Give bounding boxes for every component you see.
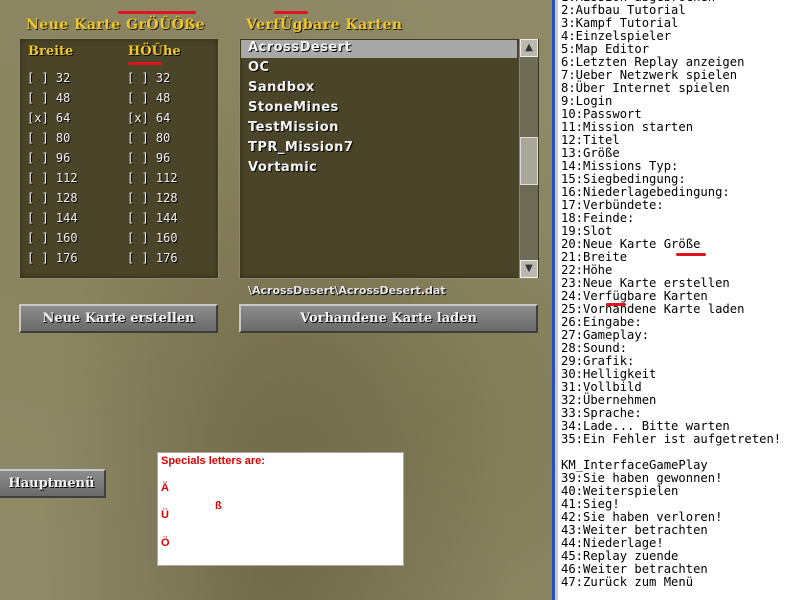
text-list-line: 35:Ein Fehler ist aufgetreten! [561,432,782,446]
map-list-scrollbar[interactable]: ▲ ▼ [519,39,538,278]
width-option[interactable]: [ ] 144 [27,211,78,225]
width-option[interactable]: [ ] 80 [27,131,70,145]
height-option[interactable]: [ ] 160 [127,231,178,245]
map-list-item[interactable]: TPR_Mission7 [248,140,353,155]
text-list-line: 47:Zurück zum Menü [561,575,694,589]
available-maps-title: VerfÛgbare Karten [246,17,403,33]
height-option[interactable]: [ ] 144 [127,211,178,225]
text-list-panel: 1:Mission abgebrochen2:Aufbau Tutorial3:… [559,0,804,600]
height-option[interactable]: [ ] 96 [127,151,170,165]
height-option[interactable]: [ ] 112 [127,171,178,185]
width-option[interactable]: [ ] 176 [27,251,78,265]
note-letter: Ö [161,537,170,549]
height-option[interactable]: [ ] 176 [127,251,178,265]
create-map-button[interactable]: Neue Karte erstellen [19,304,218,333]
height-option[interactable]: [x] 64 [127,111,170,125]
map-list-item[interactable]: OC [248,60,270,75]
height-option[interactable]: [ ] 128 [127,191,178,205]
note-letter: Ä [161,482,169,494]
scroll-thumb[interactable] [520,137,538,185]
window-divider [555,0,558,600]
map-file-path: \AcrossDesert\AcrossDesert.dat [248,284,446,297]
width-option[interactable]: [x] 64 [27,111,70,125]
height-header: HÖÛhe [128,44,181,59]
map-list-item[interactable]: AcrossDesert [248,40,351,55]
scroll-up-button[interactable]: ▲ [520,39,538,57]
annotation-underline [128,62,162,65]
main-menu-button[interactable]: Hauptmenü [0,469,106,498]
map-list-item[interactable]: Vortamic [248,160,317,175]
width-header: Breite [28,44,74,59]
annotation-underline [676,253,706,256]
load-map-button[interactable]: Vorhandene Karte laden [239,304,538,333]
map-list-item[interactable]: Sandbox [248,80,315,95]
map-list-item[interactable]: TestMission [248,120,339,135]
height-option[interactable]: [ ] 32 [127,71,170,85]
game-window: Neue Karte GrÖÛÔße VerfÛgbare Karten Bre… [0,0,552,600]
special-letters-note: Specials letters are: Ä ß Ü Ö [157,452,404,566]
note-letter: ß [215,500,222,512]
annotation-underline [118,11,196,14]
width-option[interactable]: [ ] 128 [27,191,78,205]
annotation-underline [274,11,308,14]
note-letter: Ü [161,509,169,521]
new-map-panel: Breite HÖÛhe [ ] 32 [ ] 48 [x] 64 [ ] 80 [ ]… [19,38,219,279]
note-title: Specials letters are: [161,455,265,467]
height-option[interactable]: [ ] 80 [127,131,170,145]
height-option[interactable]: [ ] 48 [127,91,170,105]
map-list-item[interactable]: StoneMines [248,100,339,115]
width-option[interactable]: [ ] 160 [27,231,78,245]
width-option[interactable]: [ ] 32 [27,71,70,85]
annotation-underline [606,303,626,306]
scroll-down-button[interactable]: ▼ [520,260,538,278]
map-list-panel: AcrossDesert OC Sandbox StoneMines TestMissi… [239,38,540,279]
width-option[interactable]: [ ] 48 [27,91,70,105]
new-map-title: Neue Karte GrÖÛÔße [26,17,206,33]
width-option[interactable]: [ ] 96 [27,151,70,165]
width-option[interactable]: [ ] 112 [27,171,78,185]
